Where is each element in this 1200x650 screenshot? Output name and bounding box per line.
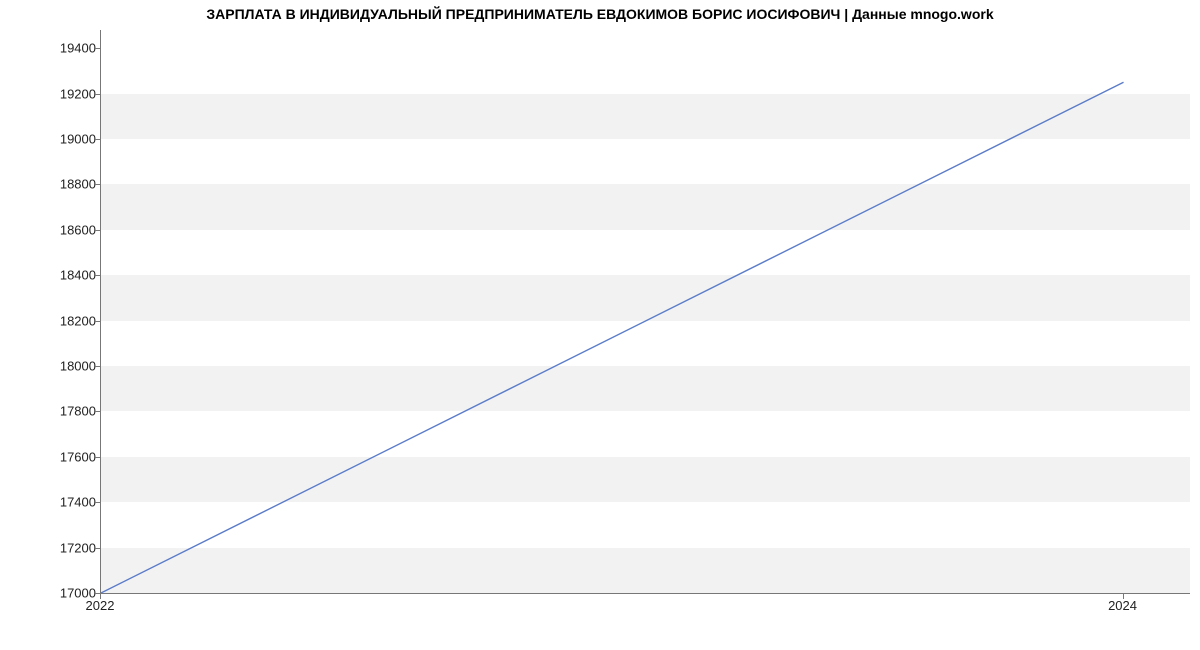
y-tick-label: 17600 [36, 449, 96, 464]
y-tick-mark [95, 139, 100, 140]
y-tick-mark [95, 94, 100, 95]
y-tick-mark [95, 548, 100, 549]
y-tick-label: 18600 [36, 222, 96, 237]
y-tick-label: 18000 [36, 358, 96, 373]
y-tick-label: 18200 [36, 313, 96, 328]
y-tick-label: 17400 [36, 495, 96, 510]
x-tick-label: 2024 [1108, 598, 1137, 613]
y-tick-mark [95, 502, 100, 503]
y-tick-label: 18800 [36, 177, 96, 192]
y-tick-mark [95, 411, 100, 412]
y-tick-mark [95, 321, 100, 322]
y-tick-mark [95, 275, 100, 276]
y-tick-label: 19000 [36, 131, 96, 146]
y-tick-mark [95, 48, 100, 49]
x-tick-mark [100, 594, 101, 599]
y-tick-mark [95, 184, 100, 185]
y-tick-label: 17200 [36, 540, 96, 555]
y-tick-label: 18400 [36, 268, 96, 283]
y-tick-mark [95, 366, 100, 367]
y-tick-label: 19400 [36, 41, 96, 56]
chart-container: ЗАРПЛАТА В ИНДИВИДУАЛЬНЫЙ ПРЕДПРИНИМАТЕЛ… [0, 0, 1200, 650]
line-series [101, 30, 1190, 593]
y-tick-mark [95, 230, 100, 231]
y-tick-label: 19200 [36, 86, 96, 101]
chart-title: ЗАРПЛАТА В ИНДИВИДУАЛЬНЫЙ ПРЕДПРИНИМАТЕЛ… [0, 6, 1200, 22]
y-tick-label: 17800 [36, 404, 96, 419]
plot-area [100, 30, 1190, 594]
y-tick-mark [95, 457, 100, 458]
x-tick-mark [1123, 594, 1124, 599]
series-line [101, 82, 1124, 593]
x-tick-label: 2022 [86, 598, 115, 613]
